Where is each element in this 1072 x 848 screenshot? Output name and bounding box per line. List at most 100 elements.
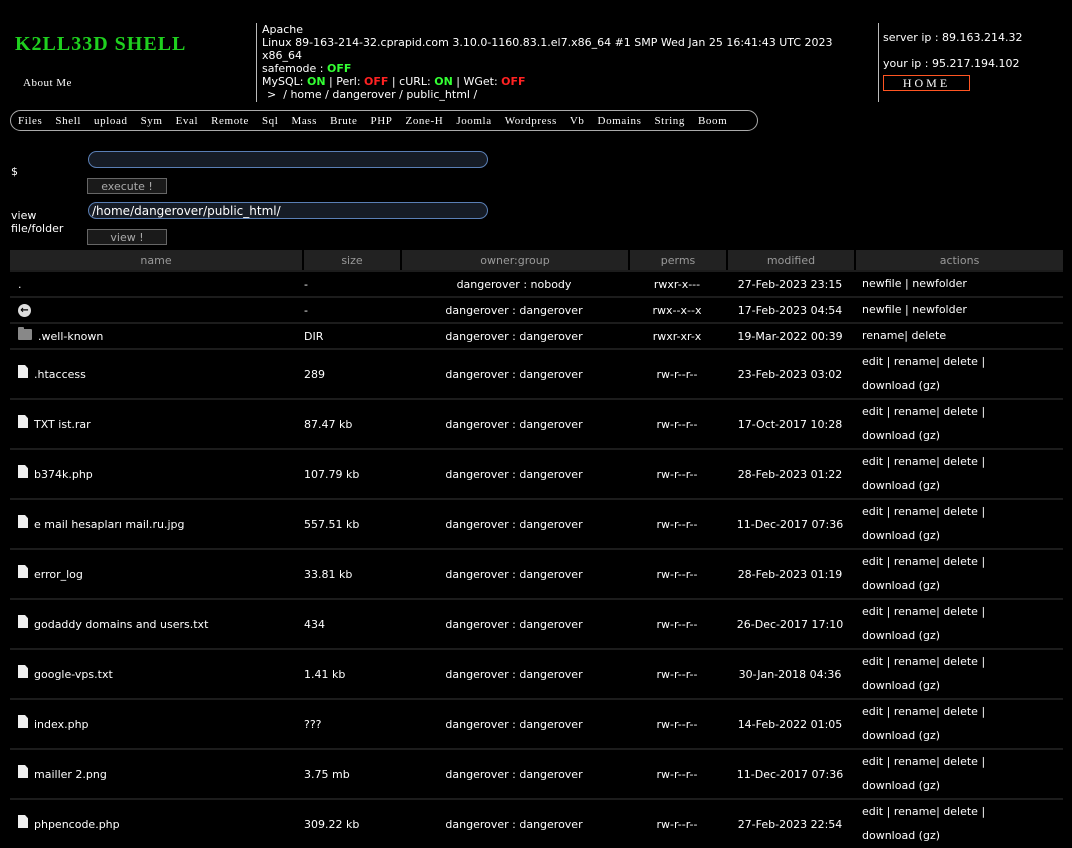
- menu-item-sql[interactable]: Sql: [262, 115, 278, 127]
- menu-item-upload[interactable]: upload: [94, 115, 128, 127]
- menu-item-shell[interactable]: Shell: [55, 115, 81, 127]
- file-name-link[interactable]: .well-known: [38, 330, 103, 343]
- action-edit[interactable]: edit: [862, 655, 883, 668]
- action-delete[interactable]: delete: [943, 355, 978, 368]
- path-input[interactable]: [88, 202, 488, 219]
- action-delete[interactable]: delete: [943, 455, 978, 468]
- action-download--gz[interactable]: download (gz): [862, 579, 940, 592]
- file-name-link[interactable]: index.php: [34, 718, 89, 731]
- action-rename[interactable]: rename|: [862, 329, 908, 342]
- menu-item-php[interactable]: PHP: [371, 115, 393, 127]
- column-header-owner-group[interactable]: owner:group: [400, 250, 628, 270]
- action-download--gz[interactable]: download (gz): [862, 729, 940, 742]
- action-download--gz[interactable]: download (gz): [862, 629, 940, 642]
- action-newfolder[interactable]: newfolder: [912, 277, 967, 290]
- action-edit[interactable]: edit: [862, 605, 883, 618]
- action-edit[interactable]: edit: [862, 555, 883, 568]
- file-name-link[interactable]: godaddy domains and users.txt: [34, 618, 208, 631]
- action-delete[interactable]: delete: [943, 555, 978, 568]
- column-header-perms[interactable]: perms: [628, 250, 726, 270]
- column-header-name[interactable]: name: [10, 250, 302, 270]
- action-download--gz[interactable]: download (gz): [862, 379, 940, 392]
- breadcrumb-item[interactable]: dangerover: [332, 88, 395, 101]
- breadcrumb-item[interactable]: public_html: [406, 88, 470, 101]
- file-name-link[interactable]: e mail hesapları mail.ru.jpg: [34, 518, 184, 531]
- action-delete[interactable]: delete: [943, 805, 978, 818]
- menu-item-domains[interactable]: Domains: [598, 115, 642, 127]
- action-delete[interactable]: delete: [943, 405, 978, 418]
- action-download--gz[interactable]: download (gz): [862, 429, 940, 442]
- about-me-link[interactable]: About Me: [23, 77, 72, 89]
- menu-item-eval[interactable]: Eval: [176, 115, 199, 127]
- action-edit[interactable]: edit: [862, 705, 883, 718]
- action-edit[interactable]: edit: [862, 455, 883, 468]
- action-edit[interactable]: edit: [862, 805, 883, 818]
- menu-item-joomla[interactable]: Joomla: [456, 115, 491, 127]
- view-label: view file/folder: [11, 209, 64, 235]
- action-newfile[interactable]: newfile: [862, 303, 902, 316]
- action-delete[interactable]: delete: [943, 755, 978, 768]
- action-download--gz[interactable]: download (gz): [862, 829, 940, 842]
- menu-item-brute[interactable]: Brute: [330, 115, 357, 127]
- menu-item-vb[interactable]: Vb: [570, 115, 585, 127]
- menu-item-boom[interactable]: Boom: [698, 115, 727, 127]
- menu-item-mass[interactable]: Mass: [291, 115, 317, 127]
- action-edit[interactable]: edit: [862, 755, 883, 768]
- breadcrumb-item[interactable]: home: [290, 88, 321, 101]
- action-edit[interactable]: edit: [862, 505, 883, 518]
- menu-item-wordpress[interactable]: Wordpress: [505, 115, 557, 127]
- action-edit[interactable]: edit: [862, 355, 883, 368]
- file-name-link[interactable]: error_log: [34, 568, 83, 581]
- action-delete[interactable]: delete: [943, 655, 978, 668]
- back-icon[interactable]: ←: [18, 303, 31, 317]
- action-delete[interactable]: delete: [943, 605, 978, 618]
- menu-item-sym[interactable]: Sym: [141, 115, 163, 127]
- action-rename[interactable]: rename|: [894, 655, 940, 668]
- execute-button[interactable]: execute !: [87, 178, 167, 194]
- file-icon: [18, 715, 28, 728]
- file-icon: [18, 565, 28, 578]
- file-name-link[interactable]: phpencode.php: [34, 818, 120, 831]
- file-name-link[interactable]: mailler 2.png: [34, 768, 107, 781]
- action-rename[interactable]: rename|: [894, 555, 940, 568]
- action-rename[interactable]: rename|: [894, 355, 940, 368]
- action-download--gz[interactable]: download (gz): [862, 529, 940, 542]
- column-header-actions[interactable]: actions: [854, 250, 1063, 270]
- action-download--gz[interactable]: download (gz): [862, 479, 940, 492]
- file-name-cell: .well-known: [10, 322, 302, 348]
- file-actions: edit | rename| delete | download (gz): [854, 548, 1063, 598]
- home-button[interactable]: HOME: [883, 75, 970, 91]
- view-button[interactable]: view !: [87, 229, 167, 245]
- action-rename[interactable]: rename|: [894, 755, 940, 768]
- action-delete[interactable]: delete: [943, 705, 978, 718]
- file-owner: dangerover : dangerover: [400, 598, 628, 648]
- column-header-size[interactable]: size: [302, 250, 400, 270]
- action-rename[interactable]: rename|: [894, 505, 940, 518]
- file-name-link[interactable]: .htaccess: [34, 368, 86, 381]
- file-name-link[interactable]: TXT ist.rar: [34, 418, 91, 431]
- column-header-modified[interactable]: modified: [726, 250, 854, 270]
- command-input[interactable]: [88, 151, 488, 168]
- action-download--gz[interactable]: download (gz): [862, 779, 940, 792]
- file-name-link[interactable]: b374k.php: [34, 468, 93, 481]
- action-rename[interactable]: rename|: [894, 705, 940, 718]
- action-download--gz[interactable]: download (gz): [862, 679, 940, 692]
- menu-item-remote[interactable]: Remote: [211, 115, 249, 127]
- menu-item-files[interactable]: Files: [18, 115, 42, 127]
- action-newfolder[interactable]: newfolder: [912, 303, 967, 316]
- action-edit[interactable]: edit: [862, 405, 883, 418]
- action-rename[interactable]: rename|: [894, 455, 940, 468]
- menu-item-zone-h[interactable]: Zone-H: [406, 115, 444, 127]
- action-rename[interactable]: rename|: [894, 405, 940, 418]
- command-prompt: $: [11, 165, 18, 178]
- file-icon: [18, 665, 28, 678]
- action-rename[interactable]: rename|: [894, 805, 940, 818]
- action-delete[interactable]: delete: [911, 329, 946, 342]
- action-rename[interactable]: rename|: [894, 605, 940, 618]
- file-actions: rename| delete: [854, 322, 1063, 348]
- file-name-link[interactable]: .: [18, 278, 22, 291]
- menu-item-string[interactable]: String: [654, 115, 685, 127]
- file-name-link[interactable]: google-vps.txt: [34, 668, 113, 681]
- action-delete[interactable]: delete: [943, 505, 978, 518]
- action-newfile[interactable]: newfile: [862, 277, 902, 290]
